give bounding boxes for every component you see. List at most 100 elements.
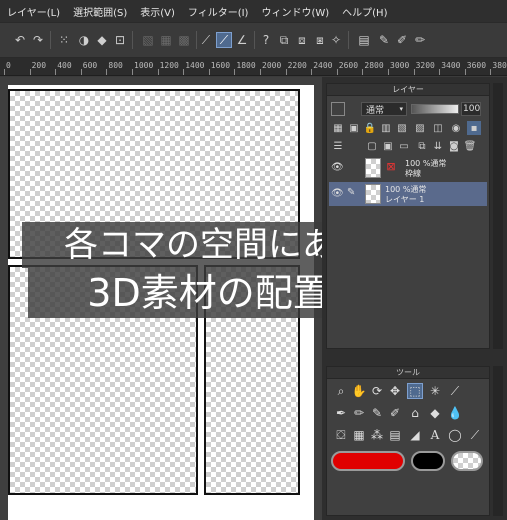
layer-name: 枠線 [405, 169, 421, 178]
ruler-label: 1800 [236, 61, 256, 70]
hand-icon[interactable]: ✋ [351, 383, 367, 399]
new-folder-icon[interactable]: ▭ [397, 139, 411, 153]
gradient-icon[interactable]: ▦ [351, 427, 367, 443]
draw-c-icon[interactable]: ∠ [234, 32, 250, 48]
ruler-label: 2000 [262, 61, 282, 70]
pen-b-icon[interactable]: ✐ [394, 32, 410, 48]
figure-icon[interactable]: ⁂ [369, 427, 385, 443]
draft-icon[interactable]: ▧ [395, 121, 409, 135]
pen-a-icon[interactable]: ✎ [376, 32, 392, 48]
transparent-color-swatch[interactable] [451, 451, 483, 471]
tone-icon[interactable]: ▨ [413, 121, 427, 135]
menu-selection[interactable]: 選択範囲(S) [73, 4, 127, 19]
menu-window[interactable]: ウィンドウ(W) [261, 4, 329, 19]
opacity-value[interactable]: 100 [461, 102, 481, 116]
pen-c-icon[interactable]: ✏ [412, 32, 428, 48]
fill-icon[interactable]: ◑ [76, 32, 92, 48]
pen-edit-icon[interactable]: ✎ [347, 187, 359, 201]
menu-filter[interactable]: フィルター(I) [188, 4, 249, 19]
paint-icon[interactable]: ◆ [94, 32, 110, 48]
doc-icon[interactable]: ▤ [356, 32, 372, 48]
ruler-tick [439, 69, 441, 75]
tool-scrollbar[interactable] [493, 366, 503, 516]
link-a-icon[interactable]: ⧉ [276, 32, 292, 48]
auto-select-icon[interactable]: ✳ [427, 383, 443, 399]
opacity-slider[interactable] [411, 104, 459, 114]
layer-item-layer1[interactable]: 👁 ✎ 100 %通常 レイヤー 1 [329, 182, 487, 206]
lock-icon[interactable]: 🔒 [363, 121, 377, 135]
menu-layer[interactable]: レイヤー(L) [7, 4, 60, 19]
eyedropper-icon[interactable]: ⟋ [447, 383, 463, 399]
decoration-icon[interactable]: ⌂ [407, 405, 423, 421]
menu-view[interactable]: 表示(V) [140, 4, 175, 19]
select-tool-icon[interactable]: ⬚ [407, 383, 423, 399]
layer-thumbnail [365, 158, 381, 178]
text-tool-icon[interactable]: A [427, 427, 443, 443]
blend-tool-icon[interactable]: 💧 [447, 405, 463, 421]
ruler-tick [285, 69, 287, 75]
layer-command-row: ☰ ▢ ▣ ▭ ⧉ ⇊ ◙ 🗑 [327, 138, 489, 154]
merge-down-icon[interactable]: ⇊ [431, 139, 445, 153]
lasso-icon[interactable]: ⁙ [56, 32, 72, 48]
ruler-tick [106, 69, 108, 75]
ruler-tick [490, 69, 492, 75]
airbrush-icon[interactable]: ✐ [387, 405, 403, 421]
ruler-tool-icon[interactable]: ◢ [407, 427, 423, 443]
redo-icon[interactable]: ↷ [30, 32, 46, 48]
ruler-label: 3600 [466, 61, 487, 70]
balloon-icon[interactable]: ◯ [447, 427, 463, 443]
brush-tool-icon[interactable]: ✎ [369, 405, 385, 421]
layer-scrollbar[interactable] [493, 83, 503, 349]
menu-help[interactable]: ヘルプ(H) [342, 4, 387, 19]
fill-tool-icon[interactable]: ⛋ [333, 427, 349, 443]
layer-item-frame[interactable]: 👁 ⊠ 100 %通常 枠線 [329, 156, 487, 180]
draw-b-icon[interactable]: ⟋ [216, 32, 232, 48]
frame-tool-icon[interactable]: ▤ [387, 427, 403, 443]
layer-settings-icon[interactable]: ▦ [331, 121, 345, 135]
pen-tool-icon[interactable]: ✒ [333, 405, 349, 421]
magic-icon[interactable]: ✧ [328, 32, 344, 48]
layer-mask-icon[interactable]: ▣ [347, 121, 361, 135]
select-b-icon[interactable]: ▦ [158, 32, 174, 48]
eraser-icon[interactable]: ◆ [427, 405, 443, 421]
visibility-eye-icon[interactable]: 👁 [331, 162, 344, 174]
color-mode-icon[interactable]: ▪ [467, 121, 481, 135]
help-icon[interactable]: ? [258, 32, 274, 48]
ruler-label: 400 [57, 61, 72, 70]
visibility-eye-icon[interactable]: 👁 [331, 188, 344, 200]
right-dock: レイヤー 通常 ▾ 100 ▦ ▣ 🔒 ▥ ▧ ▨ ◫ ◉ ▪ ☰ ▢ ▣ ▭ [322, 77, 507, 520]
link-c-icon[interactable]: ⧆ [312, 32, 328, 48]
ruler-tick [183, 69, 185, 75]
correction-icon[interactable]: ⟋ [467, 427, 483, 443]
layer-property-row: 通常 ▾ 100 [327, 100, 489, 118]
transform-icon[interactable]: ⊡ [112, 32, 128, 48]
target-icon[interactable]: ◉ [449, 121, 463, 135]
link-b-icon[interactable]: ⧈ [294, 32, 310, 48]
reference-icon[interactable]: ◫ [431, 121, 445, 135]
layer-copy-icon[interactable]: ⧉ [415, 139, 429, 153]
layer-panel-title: レイヤー [327, 84, 489, 96]
layer-lock-slot[interactable] [347, 161, 359, 175]
main-color-swatch[interactable] [331, 451, 405, 471]
select-c-icon[interactable]: ▩ [176, 32, 192, 48]
new-raster-icon[interactable]: ▢ [365, 139, 379, 153]
layer-color-icon[interactable] [331, 102, 345, 116]
sub-color-swatch[interactable] [411, 451, 445, 471]
select-a-icon[interactable]: ▧ [140, 32, 156, 48]
mask-icon[interactable]: ◙ [447, 139, 461, 153]
clip-icon[interactable]: ▥ [379, 121, 393, 135]
new-vector-icon[interactable]: ▣ [381, 139, 395, 153]
ruler-tick [157, 69, 159, 75]
rotate-icon[interactable]: ⟳ [369, 383, 385, 399]
ruler-label: 200 [31, 61, 47, 70]
draw-a-icon[interactable]: ⟋ [198, 32, 214, 48]
blend-mode-select[interactable]: 通常 ▾ [361, 102, 407, 116]
move-icon[interactable]: ✥ [387, 383, 403, 399]
ruler-label: 3200 [415, 61, 435, 70]
layer-menu-icon[interactable]: ☰ [331, 139, 345, 153]
zoom-icon[interactable]: ⌕ [333, 383, 349, 399]
pencil-tool-icon[interactable]: ✏ [351, 405, 367, 421]
undo-icon[interactable]: ↶ [12, 32, 28, 48]
layer-name: レイヤー 1 [385, 195, 425, 204]
delete-layer-icon[interactable]: 🗑 [463, 139, 477, 153]
